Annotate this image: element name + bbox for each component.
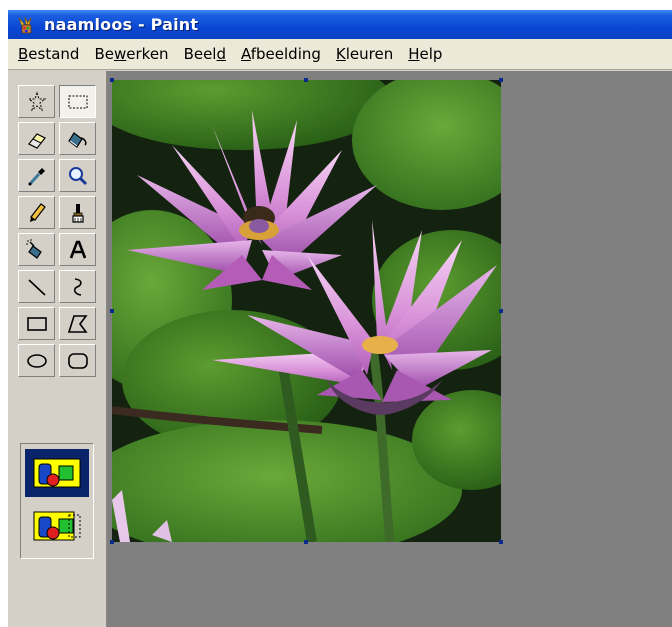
rounded-rectangle-tool[interactable] <box>59 344 96 377</box>
polygon-tool[interactable] <box>59 307 96 340</box>
eyedropper-icon <box>28 167 45 185</box>
text-tool[interactable] <box>59 233 96 266</box>
magnifier-icon <box>68 166 87 185</box>
airbrush-tool[interactable] <box>18 233 55 266</box>
resize-handle-top-right[interactable] <box>499 78 503 82</box>
menu-afbeelding[interactable]: Afbeelding <box>235 40 330 69</box>
pick-color-tool[interactable] <box>18 159 55 192</box>
menu-kleuren[interactable]: Kleuren <box>330 40 402 69</box>
airbrush-icon <box>25 238 42 259</box>
rect-select-icon <box>68 95 87 108</box>
title-bar[interactable]: naamloos - Paint <box>8 10 672 39</box>
rectangle-tool[interactable] <box>18 307 55 340</box>
eraser-icon <box>27 132 46 149</box>
window-title: naamloos - Paint <box>44 15 199 34</box>
resize-handle-bottom-right[interactable] <box>499 540 503 544</box>
pencil-icon <box>29 202 46 222</box>
resize-handle-right[interactable] <box>499 309 503 313</box>
transparent-selection-icon <box>33 511 81 541</box>
resize-handle-top-left[interactable] <box>110 78 114 82</box>
ellipse-icon <box>26 353 47 368</box>
opaque-selection-option[interactable] <box>25 449 89 497</box>
eraser-tool[interactable] <box>18 122 55 155</box>
resize-handle-bottom[interactable] <box>304 540 308 544</box>
resize-handle-bottom-left[interactable] <box>110 540 114 544</box>
menu-bar: Bestand Bewerken Beeld Afbeelding Kleure… <box>8 39 672 70</box>
free-form-select-tool[interactable] <box>18 85 55 118</box>
tool-grid <box>16 83 98 379</box>
select-tool[interactable] <box>59 85 96 118</box>
star-lasso-icon <box>27 90 46 111</box>
pencil-tool[interactable] <box>18 196 55 229</box>
line-icon <box>27 278 46 296</box>
fill-tool[interactable] <box>59 122 96 155</box>
menu-beeld[interactable]: Beeld <box>178 40 235 69</box>
ellipse-tool[interactable] <box>18 344 55 377</box>
paint-bucket-icon <box>67 131 87 148</box>
water-lily-image <box>112 80 501 542</box>
rounded-rectangle-icon <box>67 352 88 369</box>
line-tool[interactable] <box>18 270 55 303</box>
magnifier-tool[interactable] <box>59 159 96 192</box>
curve-tool[interactable] <box>59 270 96 303</box>
text-icon <box>69 240 86 258</box>
drawing-canvas[interactable] <box>112 80 501 542</box>
opaque-selection-icon <box>33 458 81 488</box>
resize-handle-left[interactable] <box>110 309 114 313</box>
rectangle-icon <box>26 316 47 331</box>
resize-handle-top[interactable] <box>304 78 308 82</box>
menu-help[interactable]: Help <box>402 40 451 69</box>
paint-window: naamloos - Paint Bestand Bewerken Beeld … <box>8 10 672 627</box>
brush-icon <box>71 203 84 223</box>
transparent-selection-option[interactable] <box>25 502 89 550</box>
workspace <box>107 71 672 627</box>
brush-tool[interactable] <box>59 196 96 229</box>
toolbox <box>8 71 107 627</box>
paint-app-icon[interactable] <box>16 15 36 35</box>
tool-options-box <box>20 443 94 559</box>
menu-bewerken[interactable]: Bewerken <box>88 40 177 69</box>
menu-bestand[interactable]: Bestand <box>12 40 88 69</box>
curve-icon <box>73 277 82 296</box>
polygon-icon <box>67 314 88 333</box>
